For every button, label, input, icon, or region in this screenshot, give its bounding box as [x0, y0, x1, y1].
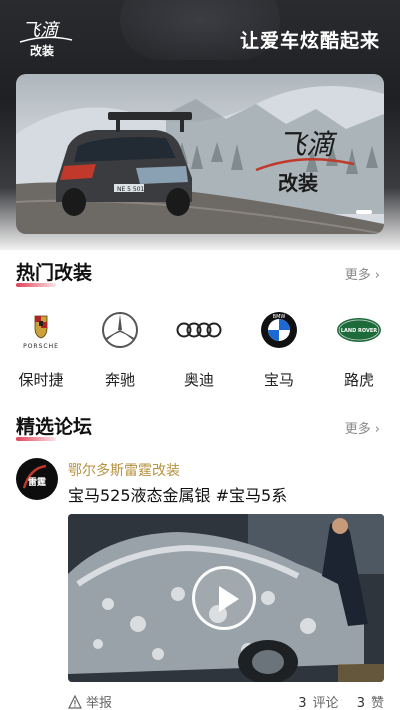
svg-text:改装: 改装 [278, 171, 318, 195]
post-footer: 举报 3 评论 3赞 [0, 692, 400, 710]
porsche-logo-icon: PORSCHE [6, 305, 76, 355]
forum-more-label: 更多 [344, 422, 371, 437]
brand-item-bmw[interactable]: BMW 宝马 [244, 305, 314, 390]
hot-mods-more-link[interactable]: 更多 › [345, 264, 380, 283]
post-video-thumbnail[interactable] [68, 514, 384, 682]
report-button[interactable]: 举报 [68, 692, 112, 710]
brand-name-porsche: 保时捷 [18, 371, 64, 389]
banner-pagination [356, 210, 372, 214]
forum-title-text: 精选论坛 [16, 416, 93, 438]
post-title[interactable]: 宝马525液态金属银 #宝马5系 [68, 482, 287, 506]
brand-name-mercedes: 奔驰 [104, 371, 135, 389]
porsche-logo-text: PORSCHE [23, 343, 59, 350]
landrover-logo-icon: LAND ROVER [324, 305, 394, 355]
hot-mods-title-underline [16, 283, 56, 287]
forum-more-link[interactable]: 更多 › [345, 418, 380, 437]
forum-title-underline [16, 437, 56, 441]
app-logo[interactable]: 飞滴 改装 [18, 18, 74, 58]
chevron-right-icon: › [374, 268, 380, 283]
brand-item-mercedes[interactable]: 奔驰 [85, 305, 155, 390]
play-button[interactable] [192, 566, 256, 630]
forum-title: 精选论坛 [16, 412, 93, 441]
banner-image: NE 5 501 飞滴 改装 [16, 86, 384, 234]
likes-label[interactable]: 赞 [371, 696, 384, 710]
chevron-right-icon: › [374, 422, 380, 437]
report-label: 举报 [86, 696, 113, 710]
header-slogan: 让爱车炫酷起来 [239, 30, 380, 52]
post-author-avatar[interactable]: 雷霆 [16, 458, 58, 500]
landrover-logo-text: LAND ROVER [341, 328, 377, 334]
comments-label[interactable]: 评论 [313, 696, 339, 710]
banner-dot-active[interactable] [356, 210, 372, 214]
car-plate-text: NE 5 501 [117, 186, 145, 193]
brand-item-porsche[interactable]: PORSCHE 保时捷 [6, 305, 76, 390]
audi-logo-icon [164, 305, 234, 355]
brand-name-audi: 奥迪 [183, 371, 214, 389]
brand-item-landrover[interactable]: LAND ROVER 路虎 [324, 305, 394, 390]
brand-name-bmw: 宝马 [263, 371, 294, 389]
likes-count[interactable]: 3 [357, 696, 365, 710]
app-header: 飞滴 改装 让爱车炫酷起来 NE 5 501 飞滴 改装 [0, 0, 400, 250]
brand-name-landrover: 路虎 [343, 371, 374, 389]
brand-list: PORSCHE 保时捷 奔驰 奥迪 BMW 宝马 LAND ROVER 路虎 [0, 305, 400, 395]
post-author-name[interactable]: 鄂尔多斯雷霆改装 [68, 460, 180, 480]
bmw-logo-icon: BMW [244, 305, 314, 355]
hot-mods-title: 热门改装 [16, 258, 93, 287]
svg-text:雷霆: 雷霆 [28, 476, 46, 488]
hot-mods-more-label: 更多 [344, 268, 371, 283]
svg-text:飞滴: 飞滴 [278, 128, 338, 161]
promo-banner[interactable]: NE 5 501 飞滴 改装 [16, 74, 384, 234]
post-stats: 3 评论 3赞 [292, 692, 384, 710]
mercedes-logo-icon [85, 305, 155, 355]
comments-count[interactable]: 3 [298, 696, 306, 710]
brand-item-audi[interactable]: 奥迪 [164, 305, 234, 390]
svg-text:改装: 改装 [30, 43, 54, 58]
hot-mods-title-text: 热门改装 [16, 262, 93, 284]
warning-icon [68, 694, 82, 709]
bmw-logo-text: BMW [273, 314, 286, 320]
